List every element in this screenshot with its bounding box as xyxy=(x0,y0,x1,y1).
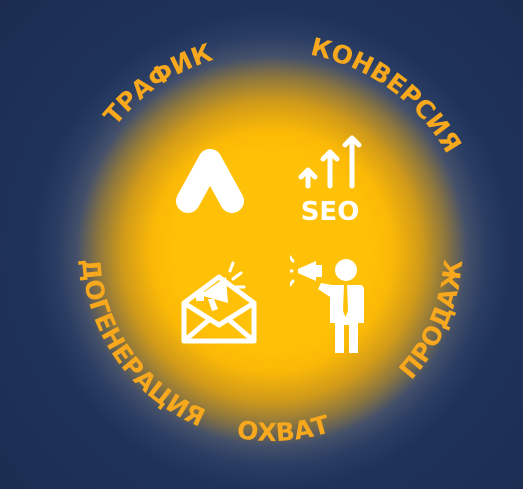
seo-label: SEO xyxy=(301,197,360,226)
ring-labels: ТРАФИК КОНВЕРСИЯ ЛИДОГЕНЕРАЦИЯ ОХВАТ ПРО… xyxy=(0,0,468,448)
salesman-megaphone-icon xyxy=(290,255,364,353)
google-ads-icon xyxy=(176,149,244,213)
label-traffic: ТРАФИК xyxy=(98,38,217,131)
email-megaphone-icon xyxy=(181,261,257,344)
seo-growth-icon: SEO xyxy=(298,135,362,226)
label-reach: ОХВАТ xyxy=(235,410,332,448)
infographic-canvas: ТРАФИК КОНВЕРСИЯ ЛИДОГЕНЕРАЦИЯ ОХВАТ ПРО… xyxy=(0,0,523,489)
